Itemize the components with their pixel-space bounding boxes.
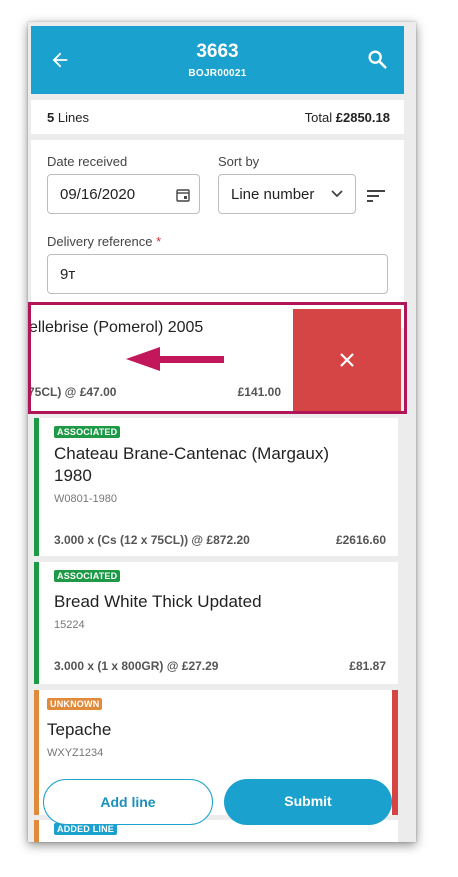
error-stripe: [392, 690, 398, 815]
line-item[interactable]: ASSOCIATED Bread White Thick Updated 152…: [34, 562, 398, 684]
submit-button[interactable]: Submit: [224, 779, 392, 825]
line-name: Tepache: [47, 720, 112, 739]
line-quantity: 3.000 x (Cs (12 x 75CL)) @ £872.20: [54, 533, 250, 547]
status-stripe: [34, 562, 39, 684]
status-badge: UNKNOWN: [47, 698, 103, 710]
status-badge: ASSOCIATED: [54, 570, 121, 582]
line-amount: £2616.60: [335, 533, 386, 547]
search-icon[interactable]: [366, 48, 388, 70]
line-code: 15224: [54, 619, 85, 631]
date-label: Date received: [47, 154, 128, 169]
calendar-icon[interactable]: [176, 188, 190, 202]
line-item[interactable]: ASSOCIATED Chateau Brane-Cantenac (Marga…: [34, 418, 398, 556]
line-code: W0801-1980: [54, 493, 117, 505]
page-title: 3663: [196, 41, 239, 62]
line-name: Chateau Brane-Cantenac (Margaux) 1980: [54, 444, 329, 485]
reference-label: Delivery reference *: [47, 234, 162, 249]
sort-label: Sort by: [218, 154, 260, 169]
swipe-highlight-box: [28, 302, 407, 414]
summary-bar: 5 Lines Total £2850.18: [31, 100, 404, 134]
phone-screen: 3663 BOJR00021 5 Lines Total £2850.18 Da…: [28, 22, 416, 842]
line-name: Bread White Thick Updated: [54, 592, 262, 611]
line-amount: £81.87: [349, 659, 386, 673]
page-subtitle: BOJR00021: [188, 68, 247, 79]
date-field[interactable]: 09/16/2020: [47, 174, 200, 214]
status-stripe: [34, 690, 39, 815]
line-code: WXYZ1234: [47, 747, 104, 759]
receipt-form: Date received 09/16/2020 Sort by Line nu…: [31, 140, 404, 328]
lines-count: 5 Lines: [47, 110, 89, 125]
sort-select[interactable]: Line number: [218, 174, 356, 214]
delivery-reference-input[interactable]: 9т: [47, 254, 388, 294]
line-quantity: 3.000 x (1 x 800GR) @ £27.29: [54, 659, 219, 673]
status-stripe: [34, 418, 39, 556]
app-header: 3663 BOJR00021: [31, 26, 404, 94]
chevron-down-icon: [331, 190, 343, 198]
status-badge: ASSOCIATED: [54, 426, 121, 438]
total-amount: Total £2850.18: [304, 110, 390, 125]
add-line-button[interactable]: Add line: [43, 779, 213, 825]
sort-order-icon[interactable]: [366, 188, 386, 204]
status-stripe: [34, 820, 39, 842]
